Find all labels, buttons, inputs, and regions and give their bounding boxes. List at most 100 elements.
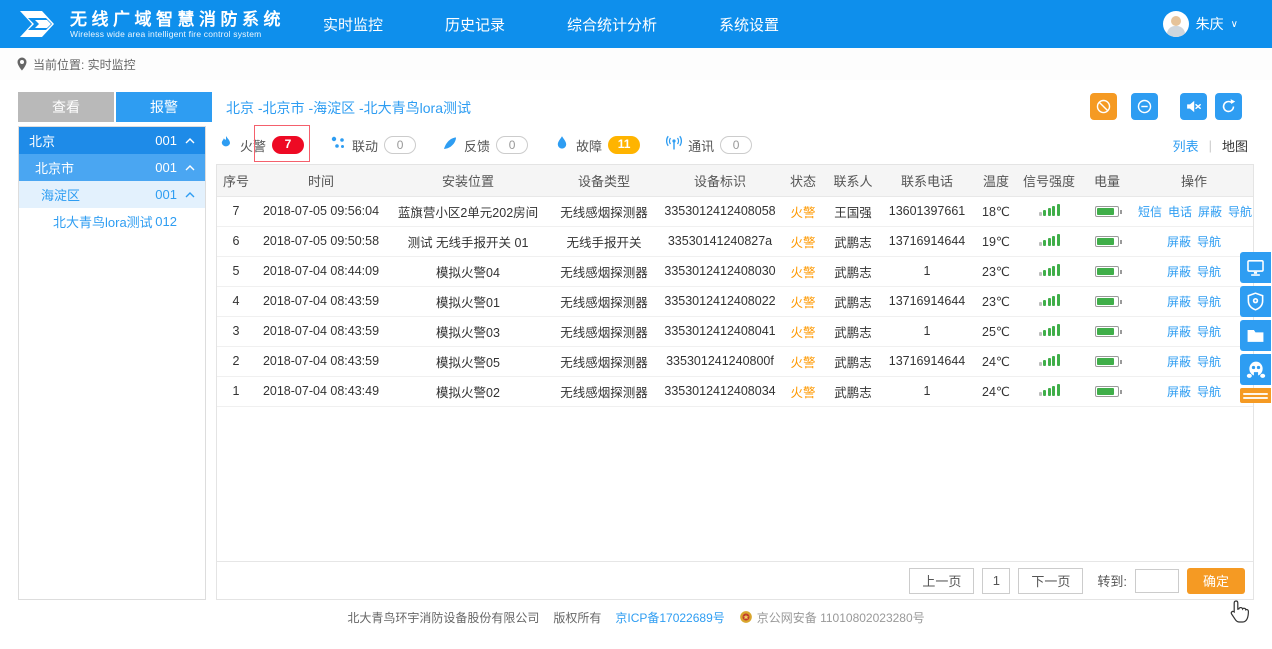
action-link-导航[interactable]: 导航 [1197, 325, 1221, 339]
action-link-屏蔽[interactable]: 屏蔽 [1167, 265, 1191, 279]
circle-minus-button[interactable] [1131, 93, 1158, 120]
page-number[interactable]: 1 [982, 568, 1010, 594]
confirm-button[interactable]: 确定 [1187, 568, 1245, 594]
battery-icon [1095, 236, 1119, 247]
pagination: 上一页 1 下一页 转到: 确定 [217, 561, 1253, 599]
tree-node-北京[interactable]: 北京001 [19, 127, 205, 154]
tree-node-label: 北京 [29, 131, 155, 150]
filter-chip-反馈[interactable]: 反馈0 [442, 135, 528, 156]
cell-location: 模拟火警04 [387, 256, 549, 286]
cell-status: 火警 [781, 256, 825, 286]
filter-chip-火警[interactable]: 火警7 [218, 135, 304, 156]
flame-icon [218, 135, 234, 156]
alarm-table: 序号时间安装位置设备类型设备标识状态联系人联系电话温度信号强度电量操作 7201… [217, 165, 1253, 407]
filter-chip-count: 0 [496, 136, 528, 154]
user-menu[interactable]: 朱庆 ∨ [1163, 11, 1238, 37]
dock-mini-tag[interactable] [1240, 388, 1271, 403]
action-link-导航[interactable]: 导航 [1197, 235, 1221, 249]
footer-rights: 版权所有 [553, 609, 601, 626]
filter-chip-故障[interactable]: 故障 11 [554, 135, 640, 156]
action-link-屏蔽[interactable]: 屏蔽 [1167, 235, 1191, 249]
folder-dock-button[interactable] [1240, 320, 1271, 351]
battery-icon [1095, 386, 1119, 397]
cell-battery [1079, 256, 1135, 286]
filter-chip-label: 火警 [240, 136, 266, 155]
cell-contact: 武鹏志 [825, 346, 881, 376]
action-link-屏蔽[interactable]: 屏蔽 [1167, 325, 1191, 339]
action-link-导航[interactable]: 导航 [1197, 355, 1221, 369]
tab-alarm[interactable]: 报警 [116, 92, 212, 122]
action-link-导航[interactable]: 导航 [1228, 205, 1252, 219]
action-link-电话[interactable]: 电话 [1168, 205, 1192, 219]
nav-item-3[interactable]: 综合统计分析 [567, 14, 657, 35]
tree-node-北大青鸟lora测试[interactable]: 北大青鸟lora测试012 [19, 208, 205, 235]
tab-view[interactable]: 查看 [18, 92, 114, 122]
app-logo: 无线广域智慧消防系统 Wireless wide area intelligen… [16, 5, 285, 43]
prev-page-button[interactable]: 上一页 [909, 568, 974, 594]
monitor-dock-button[interactable] [1240, 252, 1271, 283]
shield-dock-button[interactable] [1240, 286, 1271, 317]
cell-phone: 1 [881, 316, 973, 346]
column-header-时间: 时间 [255, 165, 387, 196]
chevron-up-icon [185, 192, 197, 198]
cell-device-id: 3353012412408041 [659, 316, 781, 346]
signal-strength-icon [1039, 383, 1060, 396]
tree-node-count: 001 [155, 187, 177, 202]
tree-node-label: 北京市 [35, 158, 155, 177]
goto-page-input[interactable] [1135, 569, 1179, 593]
filter-chip-通讯[interactable]: 通讯0 [666, 135, 752, 156]
nav-item-4[interactable]: 系统设置 [719, 14, 779, 35]
tree-node-海淀区[interactable]: 海淀区001 [19, 181, 205, 208]
table-row: 62018-07-05 09:50:58测试 无线手报开关 01无线手报开关33… [217, 226, 1253, 256]
signal-strength-icon [1039, 263, 1060, 276]
shield-gear-icon [1246, 292, 1265, 311]
mute-button[interactable] [1180, 93, 1207, 120]
filter-chip-count: 11 [608, 136, 640, 154]
view-map-link[interactable]: 地图 [1222, 136, 1248, 155]
column-header-状态: 状态 [781, 165, 825, 196]
action-link-屏蔽[interactable]: 屏蔽 [1198, 205, 1222, 219]
action-link-短信[interactable]: 短信 [1138, 205, 1162, 219]
region-tree: 北京001北京市001海淀区001北大青鸟lora测试012 [18, 126, 206, 600]
signal-strength-icon [1039, 203, 1060, 216]
action-link-屏蔽[interactable]: 屏蔽 [1167, 355, 1191, 369]
action-link-导航[interactable]: 导航 [1197, 265, 1221, 279]
tree-node-label: 北大青鸟lora测试 [53, 212, 155, 231]
column-header-操作: 操作 [1135, 165, 1253, 196]
action-link-屏蔽[interactable]: 屏蔽 [1167, 295, 1191, 309]
next-page-button[interactable]: 下一页 [1018, 568, 1083, 594]
cell-location: 蓝旗营小区2单元202房间 [387, 196, 549, 226]
action-link-屏蔽[interactable]: 屏蔽 [1167, 385, 1191, 399]
cell-actions: 屏蔽导航 [1135, 226, 1253, 256]
signal-strength-icon [1039, 293, 1060, 306]
action-link-导航[interactable]: 导航 [1197, 295, 1221, 309]
tree-node-北京市[interactable]: 北京市001 [19, 154, 205, 181]
refresh-button[interactable] [1215, 93, 1242, 120]
nav-item-1[interactable]: 实时监控 [323, 14, 383, 35]
cell-actions: 屏蔽导航 [1135, 346, 1253, 376]
action-link-导航[interactable]: 导航 [1197, 385, 1221, 399]
filter-chip-label: 故障 [576, 136, 602, 155]
cell-phone: 13601397661 [881, 196, 973, 226]
cell-time: 2018-07-04 08:43:59 [255, 286, 387, 316]
gas-mask-dock-button[interactable] [1240, 354, 1271, 385]
chevron-up-icon [185, 165, 197, 171]
cell-signal [1019, 196, 1079, 226]
battery-icon [1095, 326, 1119, 337]
cell-signal [1019, 316, 1079, 346]
prohibit-button[interactable] [1090, 93, 1117, 120]
view-list-link[interactable]: 列表 [1173, 136, 1199, 155]
cell-status: 火警 [781, 226, 825, 256]
filter-chip-联动[interactable]: 联动0 [330, 135, 416, 156]
column-header-设备类型: 设备类型 [549, 165, 659, 196]
cell-temperature: 25℃ [973, 316, 1019, 346]
user-name: 朱庆 [1196, 14, 1224, 34]
nav-item-2[interactable]: 历史记录 [445, 14, 505, 35]
icp-link[interactable]: 京ICP备17022689号 [615, 609, 724, 626]
view-toggle: 列表|地图 [1173, 136, 1248, 155]
cell-seq: 1 [217, 376, 255, 406]
cell-status: 火警 [781, 316, 825, 346]
cell-actions: 短信电话屏蔽导航 [1135, 196, 1253, 226]
prohibit-icon [1095, 98, 1112, 115]
cell-device-id: 3353012412408022 [659, 286, 781, 316]
